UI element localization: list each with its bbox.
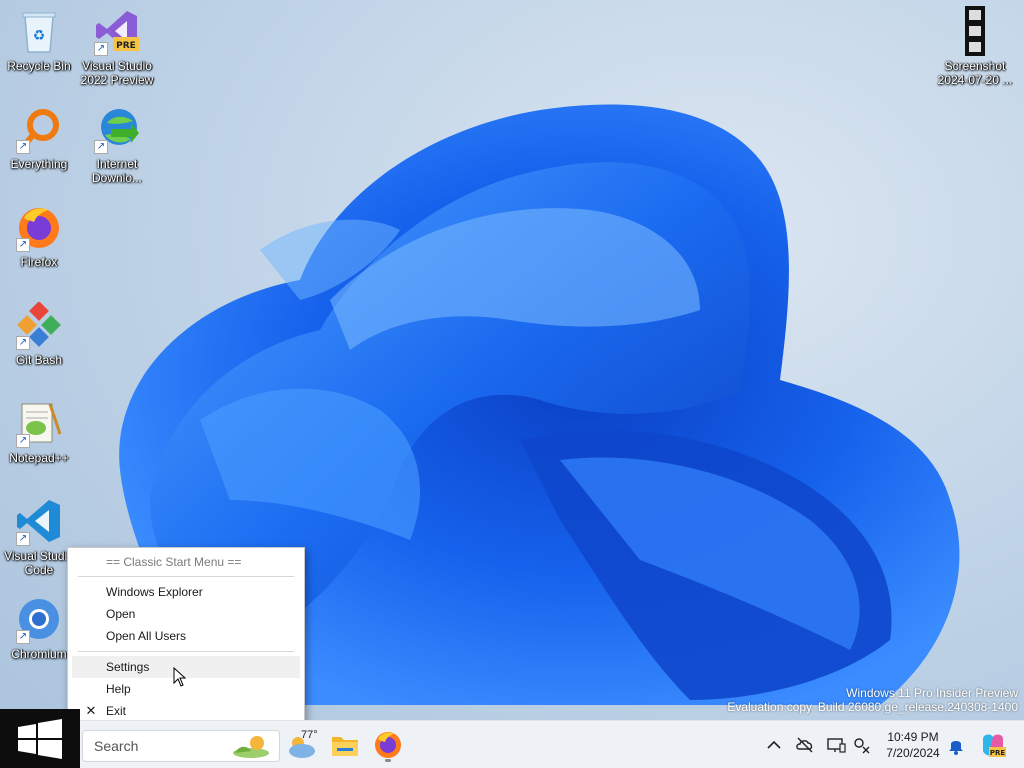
shortcut-arrow-icon: ↗ (16, 434, 30, 448)
desktop-icon-internet-download-manager[interactable]: ↗ Internet Downlo... (78, 104, 156, 185)
desktop-icon-label: Internet Downlo... (91, 157, 143, 185)
chromium-icon: ↗ (14, 594, 64, 644)
desktop-icon-label: Everything (10, 157, 68, 171)
firefox-icon: ↗ (14, 202, 64, 252)
desktop-icon-recycle-bin[interactable]: ♻ Recycle Bin (0, 6, 78, 73)
weather-widget[interactable]: 77° (286, 729, 324, 761)
desktop-icon-visual-studio[interactable]: PRE ↗ Visual Studio 2022 Preview (78, 6, 156, 87)
svg-text:♻: ♻ (33, 28, 46, 44)
clock-date: 7/20/2024 (886, 746, 940, 760)
notepad-plus-plus-icon: ↗ (14, 398, 64, 448)
svg-text:PRE: PRE (990, 749, 1006, 757)
shortcut-arrow-icon: ↗ (16, 140, 30, 154)
svg-text:PRE: PRE (116, 41, 136, 51)
exit-check-icon: ✕ (85, 703, 97, 718)
taskbar-app-firefox[interactable] (372, 729, 404, 762)
copilot-icon[interactable]: PRE (979, 731, 1007, 759)
git-bash-icon: ↗ (14, 300, 64, 350)
menu-item-open[interactable]: Open (72, 603, 300, 625)
menu-separator (78, 576, 294, 577)
desktop-icon-label: Notepad++ (9, 451, 69, 465)
menu-item-exit-label: Exit (106, 704, 127, 718)
screenshot-file-icon (950, 6, 1000, 56)
watermark-line-1: Windows 11 Pro Insider Preview (846, 686, 1018, 700)
desktop[interactable]: ♻ Recycle Bin PRE ↗ Visual Studio 2022 P… (0, 0, 1024, 768)
desktop-icon-label: Recycle Bin (7, 59, 71, 73)
desktop-icon-notepad-plus-plus[interactable]: ↗ Notepad++ (0, 398, 78, 465)
taskbar-app-file-explorer[interactable] (329, 729, 361, 761)
desktop-icon-git-bash[interactable]: ↗ Git Bash (0, 300, 78, 367)
shortcut-arrow-icon: ↗ (16, 532, 30, 546)
menu-item-exit[interactable]: ✕ Exit (72, 700, 300, 722)
system-clock[interactable]: 10:49 PM 7/20/2024 (878, 729, 948, 761)
desktop-icon-label: Chromium (11, 647, 67, 661)
firefox-icon (375, 732, 401, 758)
network-icon[interactable] (852, 735, 872, 755)
shortcut-arrow-icon: ↗ (16, 336, 30, 350)
desktop-icon-everything[interactable]: ↗ Everything (0, 104, 78, 171)
mouse-cursor-icon (173, 667, 187, 687)
visual-studio-icon: PRE ↗ (92, 6, 142, 56)
shortcut-arrow-icon: ↗ (16, 630, 30, 644)
desktop-icon-label: Git Bash (15, 353, 63, 367)
everything-search-icon: ↗ (14, 104, 64, 154)
chevron-up-icon[interactable] (764, 735, 784, 755)
desktop-icon-label: Visual Studio Code (4, 549, 74, 577)
desktop-icon-label: Firefox (20, 255, 58, 269)
menu-separator (78, 651, 294, 652)
desktop-icon-label: Screenshot 2024-07-20 ... (937, 59, 1013, 87)
search-placeholder: Search (94, 738, 139, 754)
shortcut-arrow-icon: ↗ (94, 42, 108, 56)
shortcut-arrow-icon: ↗ (16, 238, 30, 252)
desktop-icon-screenshot[interactable]: Screenshot 2024-07-20 ... (936, 6, 1014, 87)
vscode-icon: ↗ (14, 496, 64, 546)
shortcut-arrow-icon: ↗ (94, 140, 108, 154)
recycle-bin-icon: ♻ (14, 6, 64, 56)
taskbar: Search 77° 10:49 PM 7/20/2024 PRE (0, 709, 1024, 768)
taskbar-search-box[interactable]: Search (82, 730, 280, 762)
file-explorer-icon (332, 737, 358, 756)
desktop-icon-label: Visual Studio 2022 Preview (80, 59, 154, 87)
windows-logo-icon (18, 719, 62, 759)
evaluation-watermark: Windows 11 Pro Insider Preview Evaluatio… (727, 686, 1018, 714)
display-icon[interactable] (826, 735, 846, 755)
onedrive-offline-icon[interactable] (795, 735, 815, 755)
notification-bell-icon[interactable] (946, 735, 966, 755)
menu-header: == Classic Start Menu == (106, 555, 242, 569)
internet-download-manager-icon: ↗ (92, 104, 142, 154)
classic-start-menu-context-menu: == Classic Start Menu == Windows Explore… (67, 547, 305, 724)
menu-item-open-all-users[interactable]: Open All Users (72, 625, 300, 647)
weather-temperature: 77° (301, 729, 318, 741)
menu-item-windows-explorer[interactable]: Windows Explorer (72, 581, 300, 603)
watermark-line-2: Evaluation copy. Build 26080.ge_release.… (727, 700, 1018, 714)
search-highlight-icon (233, 736, 269, 758)
start-button[interactable] (0, 709, 80, 768)
clock-time: 10:49 PM (887, 730, 939, 744)
desktop-icon-firefox[interactable]: ↗ Firefox (0, 202, 78, 269)
running-indicator (385, 759, 391, 762)
